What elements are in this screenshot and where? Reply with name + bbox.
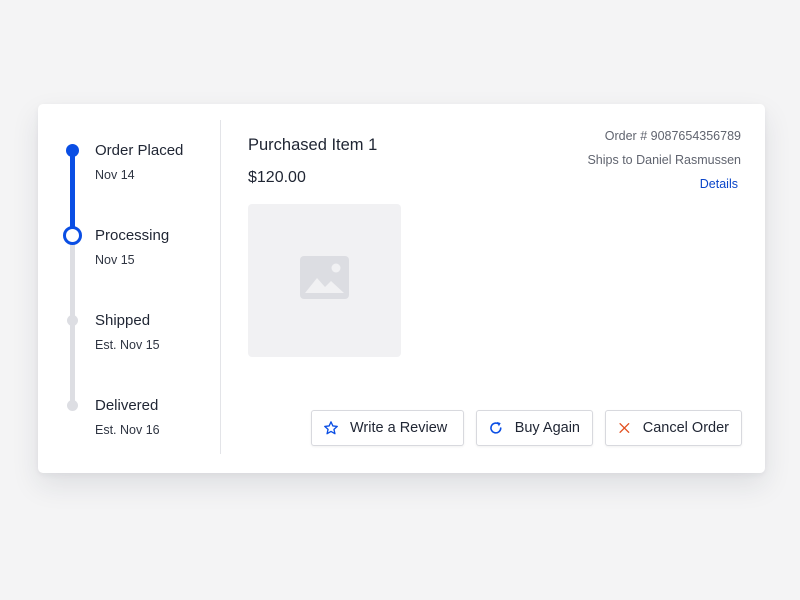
order-number: Order # 9087654356789 [604,129,741,143]
timeline-step-date: Nov 14 [95,168,135,182]
cancel-order-button[interactable]: Cancel Order [605,410,742,446]
write-review-button[interactable]: Write a Review [311,410,464,446]
timeline-step-label: Processing [95,227,170,244]
timeline-dot-delivered [67,400,78,411]
image-placeholder-icon [300,256,349,299]
cancel-order-label: Cancel Order [642,420,729,436]
item-title: Purchased Item 1 [248,136,378,154]
write-review-label: Write a Review [350,420,448,436]
vertical-divider [220,120,221,454]
timeline-track-progress [70,150,75,235]
item-price: $120.00 [248,169,306,186]
order-status-timeline: Order Placed Nov 14 Processing Nov 15 Sh… [38,104,220,473]
timeline-step-label: Order Placed [95,142,184,159]
timeline-step-label: Shipped [95,312,151,329]
close-icon [619,423,630,433]
timeline-step-date: Nov 15 [95,253,135,267]
timeline-dot-order-placed [66,144,79,157]
ships-to: Ships to Daniel Rasmussen [587,153,741,167]
order-card: Order Placed Nov 14 Processing Nov 15 Sh… [38,104,765,473]
star-outline-icon [324,421,338,435]
order-actions: Write a Review Buy Again Cancel Order [311,410,742,446]
buy-again-button[interactable]: Buy Again [476,410,593,446]
timeline-step-label: Delivered [95,397,159,414]
details-link[interactable]: Details [700,177,738,191]
refresh-icon [490,421,502,434]
item-thumbnail[interactable] [248,204,401,357]
timeline-dot-processing [63,226,82,245]
buy-again-label: Buy Again [514,420,580,436]
timeline-step-date: Est. Nov 15 [95,338,160,352]
timeline-dot-shipped [67,315,78,326]
timeline-step-date: Est. Nov 16 [95,423,160,437]
